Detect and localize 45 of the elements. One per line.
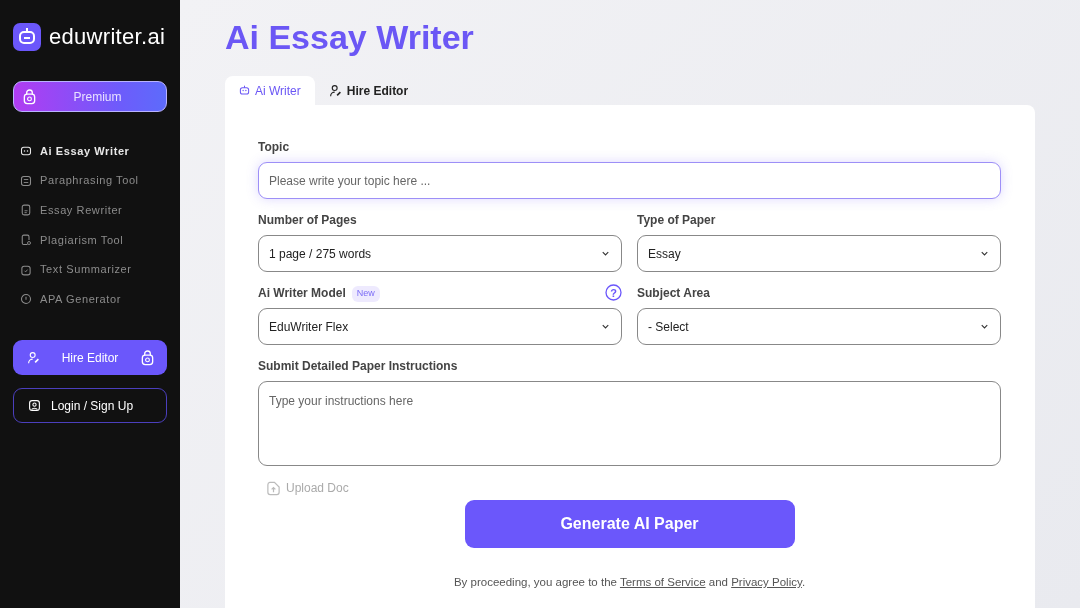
user-icon bbox=[28, 399, 41, 413]
field-label: Number of Pages bbox=[258, 212, 357, 229]
instructions-field[interactable]: Type your instructions here bbox=[258, 381, 1001, 466]
generate-button[interactable]: Generate AI Paper bbox=[464, 500, 795, 548]
tab[interactable]: Ai Writer bbox=[225, 76, 315, 105]
robot-icon bbox=[239, 85, 250, 96]
sidebar-item[interactable]: Ai Essay Writer bbox=[13, 136, 167, 166]
lock-icon bbox=[140, 349, 155, 366]
sidebar-item[interactable]: Paraphrasing Tool bbox=[13, 165, 167, 196]
clipboard-check-icon bbox=[20, 263, 32, 276]
field-label: Ai Writer Model bbox=[258, 285, 346, 302]
sidebar-item[interactable]: Essay Rewriter bbox=[13, 195, 167, 226]
dropdown[interactable]: Essay bbox=[637, 235, 1001, 272]
legal-notice: By proceeding, you agree to the Terms of Service and Privacy Policy. bbox=[452, 575, 807, 590]
lock-icon bbox=[22, 88, 37, 105]
new-badge: New bbox=[351, 286, 380, 302]
field-label: Topic bbox=[258, 139, 290, 156]
field-label: Type of Paper bbox=[637, 212, 716, 229]
page-title: Ai Essay Writer bbox=[225, 17, 475, 58]
logo-text: eduwriter.ai bbox=[49, 23, 166, 51]
premium-button[interactable]: Premium bbox=[13, 81, 167, 112]
document-search-icon bbox=[20, 233, 32, 246]
dropdown[interactable]: EduWriter Flex bbox=[258, 308, 622, 345]
sidebar-item[interactable]: Plagiarism Tool bbox=[13, 225, 167, 255]
circle-icon bbox=[20, 293, 32, 306]
robot-logo-icon bbox=[13, 22, 41, 51]
legal-link[interactable]: Privacy Policy bbox=[731, 576, 802, 588]
robot-icon bbox=[20, 144, 32, 157]
user-edit-icon bbox=[328, 84, 342, 97]
sidebar-item[interactable]: APA Generator bbox=[13, 284, 167, 315]
field-label: Subject Area bbox=[637, 285, 710, 302]
document-icon bbox=[20, 204, 32, 217]
field-label: Submit Detailed Paper Instructions bbox=[258, 358, 458, 375]
sidebar-item[interactable]: Text Summarizer bbox=[13, 254, 167, 285]
legal-link[interactable]: Terms of Service bbox=[619, 576, 706, 588]
help-button[interactable]: ? bbox=[605, 284, 622, 301]
user-edit-icon bbox=[27, 351, 40, 365]
topic-input[interactable]: Please write your topic here ... bbox=[258, 162, 1001, 199]
login-button[interactable]: Login / Sign Up bbox=[13, 388, 167, 424]
hire-editor-button[interactable]: Hire Editor bbox=[13, 340, 167, 376]
dropdown[interactable]: - Select bbox=[637, 308, 1001, 345]
dropdown[interactable]: 1 page / 275 words bbox=[258, 235, 622, 272]
upload-file-icon bbox=[266, 480, 281, 496]
tab[interactable]: Hire Editor bbox=[314, 76, 423, 105]
document-icon bbox=[20, 174, 32, 187]
